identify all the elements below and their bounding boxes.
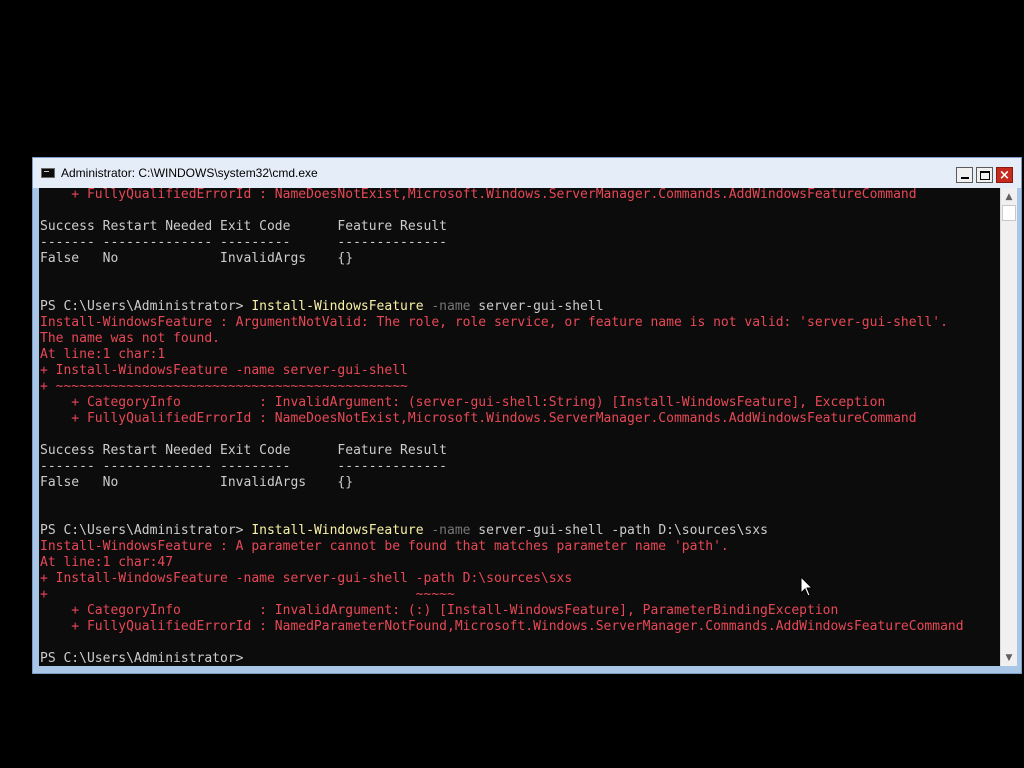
output-line: ------- -------------- --------- -------… <box>40 235 447 250</box>
output-line: Success Restart Needed Exit Code Feature… <box>40 219 447 234</box>
chevron-down-icon: ▼ <box>1005 652 1013 663</box>
maximize-icon <box>979 170 990 180</box>
cmd-name: Install-WindowsFeature <box>251 523 424 538</box>
output-line: ------- -------------- --------- -------… <box>40 459 447 474</box>
error-line: + Install-WindowsFeature -name server-gu… <box>40 363 408 378</box>
minimize-icon <box>960 177 969 179</box>
output-line: False No InvalidArgs {} <box>40 251 354 266</box>
title-bar[interactable]: Administrator: C:\WINDOWS\system32\cmd.e… <box>33 158 1021 188</box>
cmd-prompt: PS C:\Users\Administrator> <box>40 523 252 538</box>
cmd-args: server-gui-shell <box>470 299 604 314</box>
error-line: Install-WindowsFeature : ArgumentNotVali… <box>40 315 948 330</box>
command-line: PS C:\Users\Administrator> Install-Windo… <box>40 299 964 315</box>
error-line: + Install-WindowsFeature -name server-gu… <box>40 571 573 586</box>
close-button[interactable]: × <box>996 167 1013 183</box>
cmd-prompt: PS C:\Users\Administrator> <box>40 299 252 314</box>
cmd-icon <box>41 168 55 178</box>
error-line: At line:1 char:1 <box>40 347 166 362</box>
error-line: + CategoryInfo : InvalidArgument: (:) [I… <box>40 603 839 618</box>
output-line: False No InvalidArgs {} <box>40 475 354 490</box>
error-line: + ~~~~~ <box>40 587 455 602</box>
cmd-window[interactable]: Administrator: C:\WINDOWS\system32\cmd.e… <box>32 157 1022 674</box>
mouse-pointer-icon <box>800 576 814 597</box>
window-title: Administrator: C:\WINDOWS\system32\cmd.e… <box>61 166 318 180</box>
cmd-args: server-gui-shell -path D:\sources\sxs <box>470 523 768 538</box>
error-line: + ~~~~~~~~~~~~~~~~~~~~~~~~~~~~~~~~~~~~~~… <box>40 379 408 394</box>
error-line: + FullyQualifiedErrorId : NamedParameter… <box>40 619 964 634</box>
minimize-button[interactable] <box>956 167 973 183</box>
error-line: + FullyQualifiedErrorId : NameDoesNotExi… <box>40 411 917 426</box>
console-output[interactable]: + FullyQualifiedErrorId : NameDoesNotExi… <box>39 188 1000 666</box>
chevron-up-icon: ▲ <box>1005 191 1013 202</box>
command-line: PS C:\Users\Administrator> Install-Windo… <box>40 523 964 539</box>
console-lines: + FullyQualifiedErrorId : NameDoesNotExi… <box>40 188 964 666</box>
scroll-thumb[interactable] <box>1002 205 1016 221</box>
error-line: The name was not found. <box>40 331 221 346</box>
cmd-param: -name <box>423 523 471 538</box>
cmd-name: Install-WindowsFeature <box>251 299 424 314</box>
error-line: + CategoryInfo : InvalidArgument: (serve… <box>40 395 886 410</box>
scroll-up-button[interactable]: ▲ <box>1001 188 1017 205</box>
vertical-scrollbar[interactable]: ▲ ▼ <box>1000 188 1017 666</box>
output-line: PS C:\Users\Administrator> <box>40 651 252 666</box>
scroll-down-button[interactable]: ▼ <box>1001 649 1017 666</box>
error-line: + FullyQualifiedErrorId : NameDoesNotExi… <box>40 188 917 202</box>
error-line: At line:1 char:47 <box>40 555 174 570</box>
output-line: Success Restart Needed Exit Code Feature… <box>40 443 447 458</box>
error-line: Install-WindowsFeature : A parameter can… <box>40 539 729 554</box>
cmd-param: -name <box>423 299 471 314</box>
maximize-button[interactable] <box>976 167 993 183</box>
close-icon: × <box>999 167 1010 183</box>
